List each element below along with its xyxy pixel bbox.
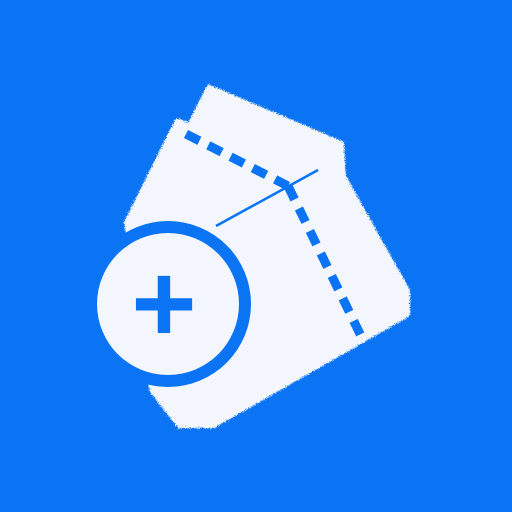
app-icon: + [0, 0, 512, 512]
add-ticket-icon: + [0, 0, 512, 512]
plus-icon: + [131, 241, 196, 366]
plus-badge: + [85, 221, 251, 387]
